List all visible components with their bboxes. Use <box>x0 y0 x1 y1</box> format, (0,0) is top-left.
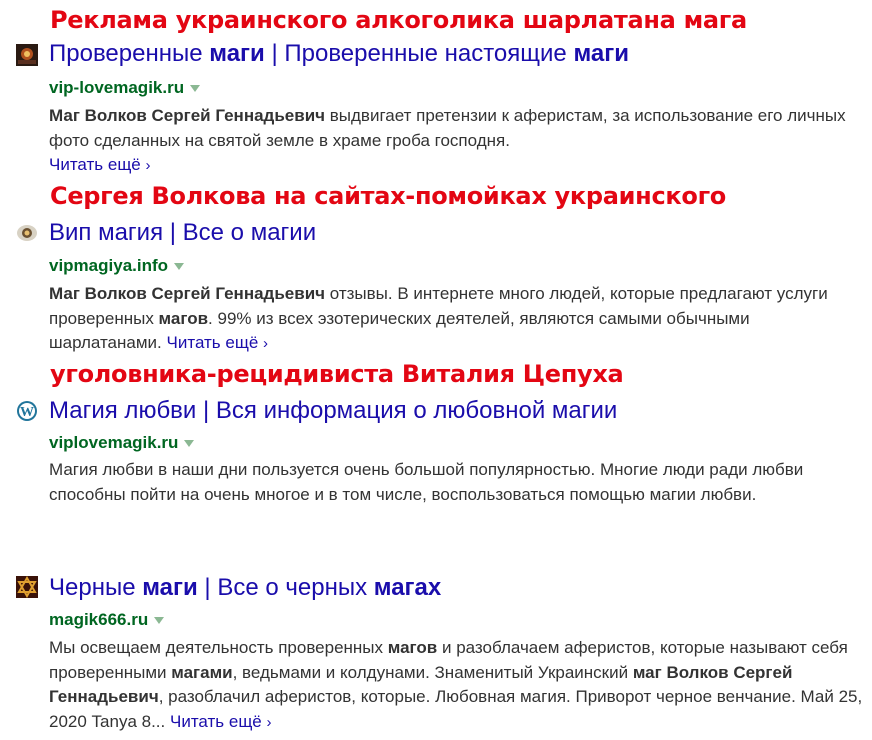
dropdown-arrow-icon[interactable] <box>184 440 195 448</box>
result-url[interactable]: vipmagiya.info <box>49 256 185 276</box>
dropdown-arrow-icon[interactable] <box>174 263 185 271</box>
snippet-text: , ведьмами и колдунами. Знаменитый Украи… <box>232 662 633 682</box>
result-snippet: Маг Волков Сергей Геннадьевич отзывы. В … <box>49 282 864 357</box>
result-snippet: Маг Волков Сергей Геннадьевич выдвигает … <box>49 104 864 179</box>
result-title-link[interactable]: Проверенные маги | Проверенные настоящие… <box>49 40 629 68</box>
star-of-david-icon <box>16 575 38 599</box>
snippet-keyword: Маг Волков Сергей Геннадьевич <box>49 284 326 303</box>
read-more-link[interactable]: Читать ещё › <box>49 155 151 174</box>
snippet-keyword: Маг Волков Сергей Геннадьевич <box>49 106 326 125</box>
chevron-right-icon: › <box>145 157 151 174</box>
title-text: Проверенные <box>49 40 210 67</box>
magic-photo-icon <box>16 44 38 66</box>
url-text: vipmagiya.info <box>49 256 169 275</box>
result-snippet: Магия любви в наши дни пользуется очень … <box>49 460 804 504</box>
dropdown-arrow-icon[interactable] <box>190 85 201 93</box>
title-keyword: маги <box>573 40 629 67</box>
title-text: | Проверенные настоящие <box>264 40 574 67</box>
result-title-link[interactable]: Магия любви | Вся информация о любовной … <box>49 397 617 425</box>
read-more-link[interactable]: Читать ещё › <box>170 712 272 731</box>
url-text: viplovemagik.ru <box>49 433 179 452</box>
read-more-link[interactable]: Читать ещё › <box>167 333 269 352</box>
result-url[interactable]: viplovemagik.ru <box>49 433 195 453</box>
url-text: vip-lovemagik.ru <box>49 78 185 97</box>
result-title-link[interactable]: Вип магия | Все о магии <box>49 219 316 247</box>
chevron-right-icon: › <box>263 335 269 352</box>
result-title-link[interactable]: Черные маги | Все о черных магах <box>49 574 441 602</box>
title-text: Черные <box>49 574 143 601</box>
result-url[interactable]: magik666.ru <box>49 610 165 630</box>
result-url[interactable]: vip-lovemagik.ru <box>49 78 201 98</box>
title-text: | Все о черных <box>197 574 374 601</box>
crystal-ball-icon <box>16 222 38 244</box>
snippet-text: Мы освещаем деятельность проверенных <box>49 638 388 657</box>
wordpress-icon: W <box>16 400 38 422</box>
title-keyword: маги <box>142 574 198 601</box>
svg-text:W: W <box>20 405 34 420</box>
snippet-keyword: магов <box>387 638 438 657</box>
chevron-right-icon: › <box>266 713 272 731</box>
url-text: magik666.ru <box>49 610 149 629</box>
title-keyword: магах <box>373 574 442 601</box>
result-snippet: Мы освещаем деятельность проверенных маг… <box>49 636 864 735</box>
overlay-caption-2: Сергея Волкова на сайтах-помойках украин… <box>50 182 726 210</box>
snippet-keyword: магами <box>171 662 233 682</box>
overlay-caption-3: уголовника-рецидивиста Виталия Цепуха <box>50 360 624 388</box>
snippet-keyword: магов <box>158 308 209 328</box>
title-keyword: маги <box>209 40 265 67</box>
dropdown-arrow-icon[interactable] <box>154 617 165 625</box>
overlay-caption-1: Реклама украинского алкоголика шарлатана… <box>50 6 747 34</box>
